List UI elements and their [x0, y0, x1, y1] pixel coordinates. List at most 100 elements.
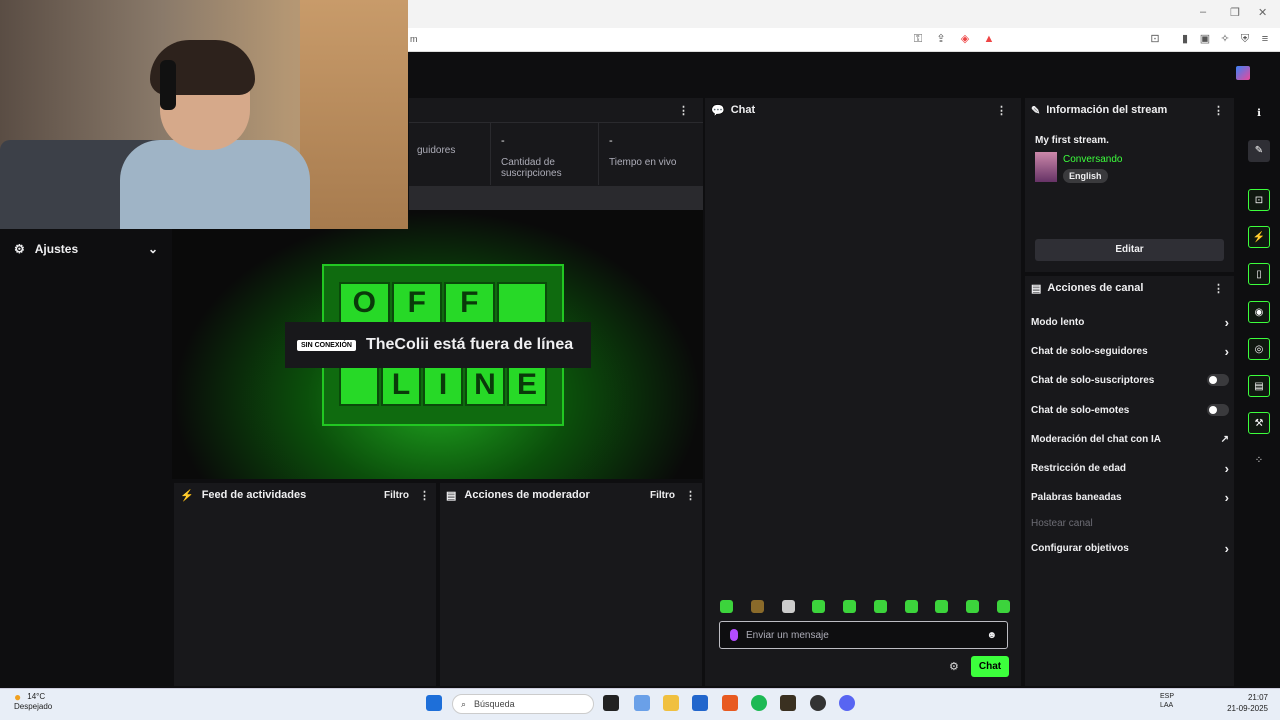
more-options-icon[interactable]: ⋮ [996, 104, 1007, 117]
action-age-restriction[interactable]: Restricción de edad › [1031, 458, 1229, 478]
list-icon[interactable]: ▤ [1248, 375, 1270, 397]
more-options-icon[interactable]: ⋮ [678, 104, 689, 117]
info-icon[interactable]: ℹ [1248, 103, 1270, 125]
emote[interactable] [843, 600, 857, 613]
sign-letter: F [391, 282, 442, 324]
action-emotes-only[interactable]: Chat de solo-emotes [1031, 400, 1229, 420]
emote[interactable] [935, 600, 949, 613]
emote[interactable] [750, 600, 764, 613]
key-icon[interactable]: ⚿ [911, 32, 925, 46]
clock[interactable]: 21:07 21-09-2025 [1222, 692, 1268, 714]
emoji-icon[interactable]: ☻ [986, 630, 997, 641]
menu-icon[interactable]: ≡ [1258, 32, 1272, 46]
stat-subscriptions: - Cantidad de suscripciones [493, 123, 599, 185]
activity-feed-panel: ⚡ Feed de actividades Filtro ⋮ [174, 483, 436, 686]
temperature: 14°C [27, 692, 46, 701]
edit-button[interactable]: Editar [1035, 239, 1224, 261]
more-options-icon[interactable]: ⋮ [1213, 282, 1224, 295]
action-followers-only[interactable]: Chat de solo-seguidores › [1031, 341, 1229, 361]
emotes-only-toggle[interactable] [1207, 404, 1229, 416]
action-banned-words[interactable]: Palabras baneadas › [1031, 487, 1229, 507]
discord-icon[interactable] [839, 695, 855, 711]
screenshot-icon[interactable]: ⊡ [1148, 32, 1162, 46]
share-icon[interactable]: ⇪ [934, 32, 948, 46]
stream-info-title: Información del stream [1046, 104, 1168, 116]
file-explorer-icon[interactable] [663, 695, 679, 711]
sign-row-bottom: L I N E [339, 364, 547, 406]
settings-label: Ajustes [34, 242, 79, 256]
sidebar-icon[interactable]: ▮ [1178, 32, 1192, 46]
action-subs-only[interactable]: Chat de solo-suscriptores [1031, 370, 1229, 390]
task-view-icon[interactable] [603, 695, 619, 711]
emote-row [720, 600, 1010, 616]
copilot-icon[interactable] [634, 695, 650, 711]
channel-actions-panel: ▤ Acciones de canal ⋮ [1025, 276, 1234, 686]
emote[interactable] [966, 600, 980, 613]
app-logo-icon[interactable] [1236, 66, 1250, 80]
chat-send-button[interactable]: Chat [971, 656, 1009, 677]
url-text[interactable]: m [410, 34, 418, 44]
action-goals[interactable]: Configurar objetivos › [1031, 538, 1229, 558]
edit-icon[interactable]: ✎ [1248, 140, 1270, 162]
vpn-icon[interactable]: ⛨ [1238, 32, 1252, 46]
maximize-button[interactable]: ❐ [1230, 6, 1240, 19]
category-link[interactable]: Conversando [1063, 154, 1122, 165]
spotify-icon[interactable] [751, 695, 767, 711]
emote[interactable] [781, 600, 795, 613]
rewards-icon[interactable]: ▲ [982, 32, 996, 46]
emote[interactable] [812, 600, 826, 613]
webcam-overlay [0, 0, 408, 229]
windows-start-icon[interactable] [426, 695, 442, 711]
chevron-down-icon[interactable]: ⌄ [148, 242, 158, 256]
settings-header[interactable]: ⚙ Ajustes ⌄ [0, 237, 172, 261]
more-options-icon[interactable]: ⋮ [419, 489, 430, 502]
game-icon[interactable] [780, 695, 796, 711]
obs-icon[interactable] [810, 695, 826, 711]
clipboard-icon: ▤ [446, 489, 457, 502]
action-slow-mode[interactable]: Modo lento › [1031, 312, 1229, 332]
nodes-icon[interactable]: ⁘ [1248, 450, 1270, 472]
subs-only-toggle[interactable] [1207, 374, 1229, 386]
close-window-button[interactable]: ✕ [1258, 6, 1267, 19]
wallet-icon[interactable]: ▣ [1198, 32, 1212, 46]
emote[interactable] [996, 600, 1010, 613]
store-icon[interactable] [692, 695, 708, 711]
date: 21-09-2025 [1227, 704, 1268, 713]
chat-bubble-icon[interactable]: ◉ [1248, 301, 1270, 323]
chat-input-placeholder[interactable]: Enviar un mensaje [746, 630, 829, 641]
sign-letter: F [444, 282, 495, 324]
chat-settings-icon[interactable]: ⚙ [949, 660, 959, 673]
minimize-button[interactable]: – [1200, 6, 1206, 18]
mod-filter-button[interactable]: Filtro [650, 490, 675, 501]
weather-status: Despejado [14, 702, 53, 711]
sign-letter: L [381, 364, 421, 406]
feed-filter-button[interactable]: Filtro [384, 490, 409, 501]
microphone-icon[interactable] [730, 629, 738, 641]
gear-icon: ⚙ [14, 242, 25, 256]
clipboard-icon[interactable]: ▯ [1248, 263, 1270, 285]
sign-letter: N [465, 364, 505, 406]
pencil-icon: ✎ [1031, 104, 1041, 117]
keyboard-language[interactable]: ESP LAA [1160, 692, 1174, 710]
brave-browser-icon[interactable] [722, 695, 738, 711]
more-options-icon[interactable]: ⋮ [685, 489, 696, 502]
focus-icon[interactable]: ⊡ [1248, 189, 1270, 211]
chat-input[interactable]: Enviar un mensaje ☻ [719, 621, 1008, 649]
emote[interactable] [873, 600, 887, 613]
weather-widget[interactable]: ● 14°C Despejado [14, 691, 53, 712]
emote[interactable] [904, 600, 918, 613]
brave-shield-icon[interactable]: ◈ [958, 32, 972, 46]
sign-row-top: O F F [339, 282, 547, 324]
more-options-icon[interactable]: ⋮ [1213, 104, 1224, 117]
channel-actions-title: Acciones de canal [1047, 282, 1144, 294]
action-ai-moderation[interactable]: Moderación del chat con IA ↗ [1031, 429, 1229, 449]
broadcast-icon[interactable]: ◎ [1248, 338, 1270, 360]
ai-icon[interactable]: ✧ [1218, 32, 1232, 46]
taskbar-search[interactable]: ⌕ Búsqueda [452, 694, 594, 714]
bolt-icon: ⚡ [180, 489, 194, 502]
bolt-icon[interactable]: ⚡ [1248, 226, 1270, 248]
emote[interactable] [720, 600, 733, 613]
offline-badge: SIN CONEXIÓN [297, 339, 356, 351]
wrench-icon[interactable]: ⚒ [1248, 412, 1270, 434]
list-icon: ▤ [1031, 282, 1042, 295]
